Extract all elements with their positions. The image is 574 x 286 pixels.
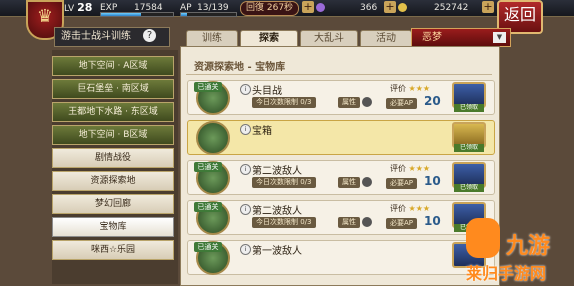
ap-bar (180, 12, 237, 17)
gem-count: 366 (360, 3, 378, 13)
attribute-icon (362, 97, 372, 107)
tab-event[interactable]: 活动 (360, 30, 412, 47)
sidebar-item[interactable]: 资源探索地 (52, 171, 174, 191)
difficulty-select[interactable]: 恶梦 ▼ (411, 28, 511, 47)
attribute-label: 属性 (338, 217, 360, 228)
stage-medal-icon (196, 121, 230, 155)
daily-limit: 今日次数限制 0/3 (252, 97, 316, 108)
sidebar-item[interactable]: 咪西☆乐园 (52, 240, 174, 260)
attribute-icon (362, 217, 372, 227)
tab-explore[interactable]: 探索 (240, 30, 298, 47)
stage-row[interactable] (187, 120, 495, 155)
sidebar-item[interactable]: 地下空间 · B区域 (52, 125, 174, 145)
required-ap-value: 10 (424, 174, 441, 188)
info-icon: i (240, 84, 251, 95)
cleared-badge: 已通关 (194, 162, 222, 172)
cleared-badge: 已通关 (194, 82, 222, 92)
add-ap-button[interactable]: + (302, 1, 314, 13)
gem-icon (316, 3, 325, 12)
sidebar-item[interactable]: 王都地下水路 · 东区域 (52, 102, 174, 122)
add-gem-button[interactable]: + (384, 1, 396, 13)
coin-count: 252742 (434, 3, 469, 13)
rating: 评价 ★★★ (390, 164, 431, 173)
cleared-badge: 已通关 (194, 242, 222, 252)
info-icon: i (240, 204, 251, 215)
required-ap-label: 必要AP (386, 98, 418, 109)
tab-training[interactable]: 训练 (186, 30, 238, 47)
required-ap-label: 必要AP (386, 218, 418, 229)
stage-name: 第一波敌人 (252, 246, 302, 257)
attribute-label: 属性 (338, 97, 360, 108)
sidebar-item[interactable]: 宝物库 (52, 217, 174, 237)
divider (186, 74, 492, 75)
rating: 评价 ★★★ (390, 84, 431, 93)
watermark: 九游 莱归手游网 (462, 210, 570, 283)
sidebar-item[interactable]: 地下空间 · A区域 (52, 56, 174, 76)
stage-name: 第二波敌人 (252, 206, 302, 217)
tab-brawl[interactable]: 大乱斗 (300, 30, 358, 47)
attribute-icon (362, 177, 372, 187)
sidebar-item[interactable]: 梦幻回廊 (52, 194, 174, 214)
mascot-logo-icon (466, 218, 500, 258)
panel-title: 资源探索地 - 宝物库 (194, 62, 286, 73)
chevron-down-icon: ▼ (493, 32, 506, 43)
rating: 评价 ★★★ (390, 204, 431, 213)
stage-row[interactable] (187, 240, 495, 275)
difficulty-value: 恶梦 (422, 32, 442, 43)
required-ap-value: 20 (424, 94, 441, 108)
info-icon: i (240, 124, 251, 135)
level-indicator: LV 28 (64, 1, 93, 14)
stage-name: 头目战 (252, 86, 282, 97)
stage-name: 第二波敌人 (252, 166, 302, 177)
add-coin-button[interactable]: + (482, 1, 494, 13)
coin-icon (398, 3, 407, 12)
claimed-label: 已领取 (454, 104, 484, 112)
help-button[interactable]: ? (143, 29, 156, 42)
stage-name: 宝箱 (252, 126, 272, 137)
daily-limit: 今日次数限制 0/3 (252, 177, 316, 188)
cleared-badge: 已通关 (194, 202, 222, 212)
info-icon: i (240, 244, 251, 255)
exp-bar (100, 12, 174, 17)
required-ap-value: 10 (424, 214, 441, 228)
watermark-logo: 九游 (506, 234, 551, 259)
ap-recovery-timer: 回復 267秒 (240, 1, 300, 16)
claimed-label: 已领取 (454, 184, 484, 192)
info-icon: i (240, 164, 251, 175)
attribute-label: 属性 (338, 177, 360, 188)
sidebar-item[interactable]: 巨石堡垒 · 南区域 (52, 79, 174, 99)
watermark-text: 莱归手游网 (466, 264, 547, 283)
required-ap-label: 必要AP (386, 178, 418, 189)
claimed-label: 已领取 (454, 144, 484, 152)
daily-limit: 今日次数限制 0/3 (252, 217, 316, 228)
sidebar-item[interactable]: 剧情战役 (52, 148, 174, 168)
